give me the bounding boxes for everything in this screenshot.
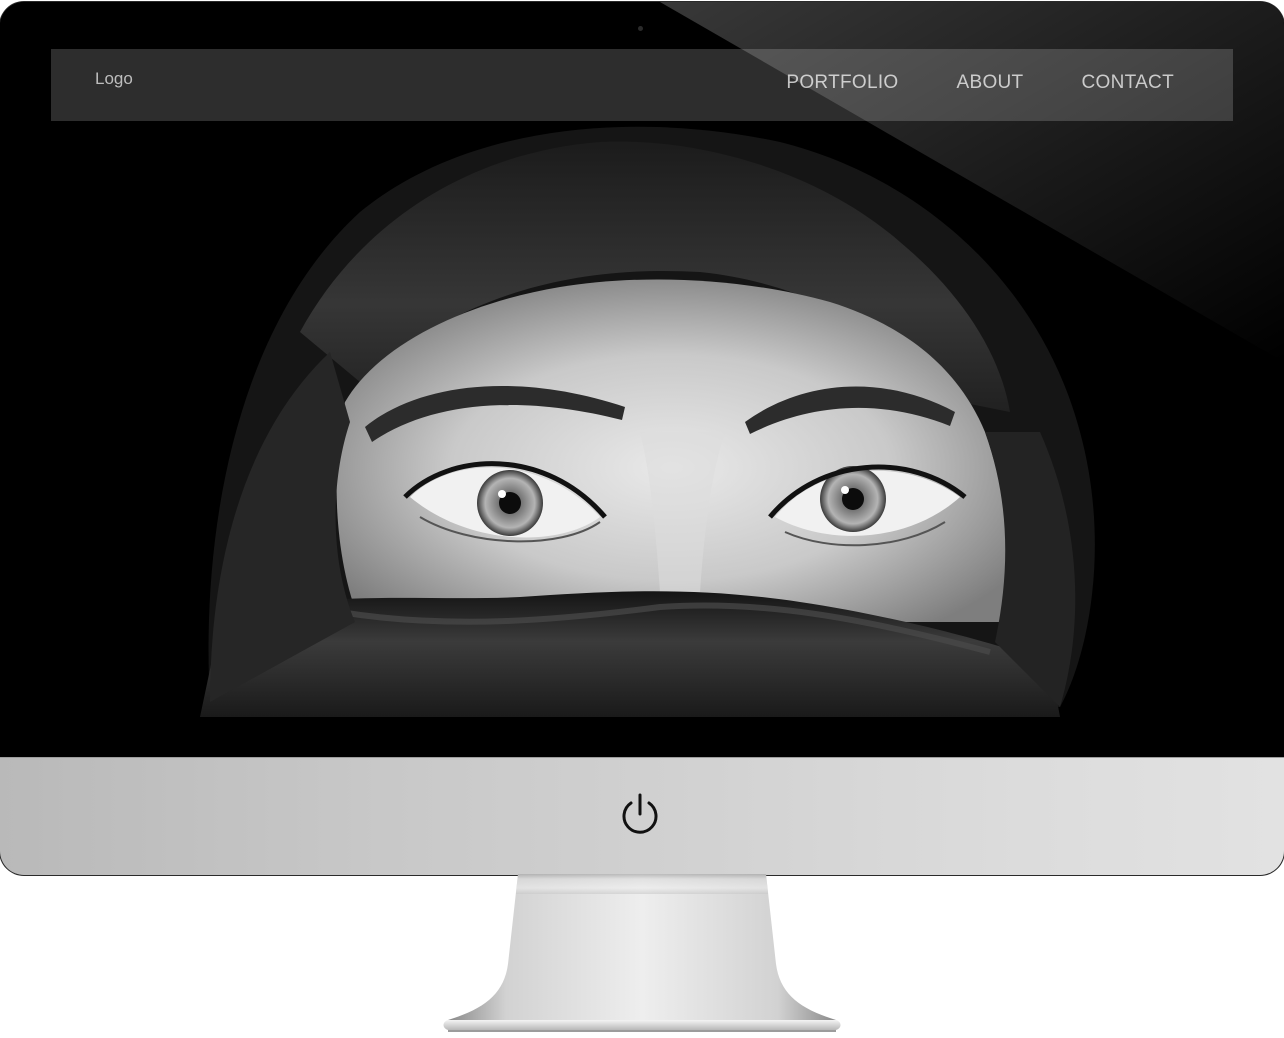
monitor-screen: Logo PORTFOLIO ABOUT CONTACT <box>0 2 1284 757</box>
power-icon[interactable] <box>618 792 662 838</box>
nav-link-contact[interactable]: CONTACT <box>1081 72 1174 94</box>
monitor-stand <box>443 874 841 1032</box>
camera-icon <box>638 26 643 31</box>
site-header: Logo PORTFOLIO ABOUT CONTACT <box>51 49 1233 121</box>
nav-link-about[interactable]: ABOUT <box>957 72 1024 94</box>
main-nav: PORTFOLIO ABOUT CONTACT <box>786 72 1174 94</box>
monitor: Logo PORTFOLIO ABOUT CONTACT <box>0 2 1284 875</box>
nav-link-portfolio[interactable]: PORTFOLIO <box>786 72 898 94</box>
site-logo[interactable]: Logo <box>95 69 133 89</box>
imac-mockup: Logo PORTFOLIO ABOUT CONTACT <box>0 0 1284 1038</box>
